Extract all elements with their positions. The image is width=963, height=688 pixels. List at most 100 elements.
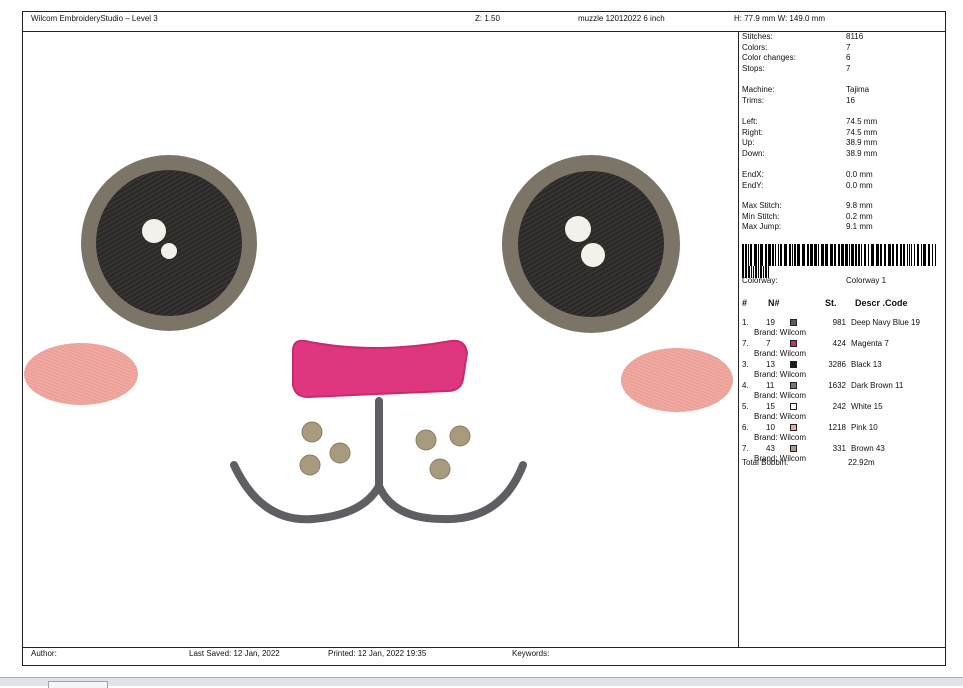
color-row-description: White 15 (851, 402, 883, 411)
col-header-index: # (742, 298, 748, 308)
zoom-level: Z: 1.50 (475, 14, 500, 23)
footer-divider (22, 647, 946, 648)
color-swatch (790, 424, 797, 431)
color-row-number: 19 (766, 318, 775, 327)
design-name: muzzle 12012022 6 inch (578, 14, 665, 23)
right-eye (502, 155, 680, 333)
design-size: H: 77.9 mm W: 149.0 mm (734, 14, 825, 23)
total-bobbin-value: 22.92m (848, 458, 875, 467)
stat-value: 7 (846, 63, 851, 73)
color-row-description: Black 13 (851, 360, 882, 369)
stat-value: 7 (846, 42, 851, 52)
color-row-brand: Brand: Wilcom (754, 412, 807, 421)
col-header-number: N# (768, 298, 780, 308)
stat-value: 8116 (846, 32, 864, 41)
freckle (301, 421, 323, 443)
color-row-number: 10 (766, 423, 775, 432)
stat-label: Left: (742, 117, 758, 126)
right-eye-highlight-large (565, 216, 591, 242)
color-row-brand: Brand: Wilcom (754, 370, 807, 379)
color-row-number: 11 (766, 381, 775, 390)
stat-value: 38.9 mm (846, 138, 878, 147)
freckle (299, 454, 321, 476)
freckles (299, 421, 471, 480)
color-row-stitches: 331 (832, 444, 846, 453)
stat-value: 38.9 mm (846, 148, 878, 158)
color-row-stitches: 981 (832, 318, 846, 327)
stat-value: 0.0 mm (846, 170, 873, 179)
stat-value: Tajima (846, 85, 870, 94)
stat-value: 9.1 mm (846, 222, 873, 231)
color-row-index: 7. (742, 339, 749, 348)
color-row-index: 5. (742, 402, 749, 411)
stat-label: Colors: (742, 42, 768, 52)
freckle (329, 442, 351, 464)
embroidery-design-canvas (24, 155, 733, 524)
color-row-description: Magenta 7 (851, 339, 889, 348)
stat-label: Max Jump: (742, 222, 782, 231)
left-eye-highlight-small (161, 243, 177, 259)
total-bobbin-label: Total Bobbin: (742, 458, 789, 467)
color-row-brand: Brand: Wilcom (754, 391, 807, 400)
stat-label: Color changes: (742, 53, 796, 62)
stat-label: EndY: (742, 180, 764, 190)
color-row-stitches: 242 (832, 402, 846, 411)
stat-label: Down: (742, 148, 765, 158)
color-swatch (790, 445, 797, 452)
app-title: Wilcom EmbroideryStudio – Level 3 (31, 14, 158, 23)
right-eye-highlight-small (581, 243, 605, 267)
color-row-brand: Brand: Wilcom (754, 349, 807, 358)
stat-value: 74.5 mm (846, 127, 878, 137)
color-row-index: 3. (742, 360, 749, 369)
stat-label: Machine: (742, 85, 775, 94)
left-cheek (24, 343, 138, 405)
stat-label: Stops: (742, 63, 765, 73)
color-row-stitches: 1218 (828, 423, 846, 432)
color-swatch (790, 340, 797, 347)
nose (292, 339, 469, 399)
stat-label: Up: (742, 138, 755, 147)
stat-label: Trims: (742, 95, 764, 105)
freckle (449, 425, 471, 447)
color-row-index: 4. (742, 381, 749, 390)
color-row-description: Dark Brown 11 (851, 381, 904, 390)
color-row-stitches: 424 (832, 339, 846, 348)
color-row-number: 43 (766, 444, 775, 453)
stat-label: Max Stitch: (742, 201, 782, 210)
color-row-brand: Brand: Wilcom (754, 433, 807, 442)
color-swatch (790, 361, 797, 368)
freckle (415, 429, 437, 451)
color-row-number: 13 (766, 360, 775, 369)
stat-value: 16 (846, 95, 855, 105)
color-row-description: Pink 10 (851, 423, 878, 432)
stat-value: 0.0 mm (846, 180, 873, 190)
color-row-brand: Brand: Wilcom (754, 328, 807, 337)
footer-printed: Printed: 12 Jan, 2022 19:35 (328, 649, 427, 658)
color-row-stitches: 3286 (828, 360, 846, 369)
right-cheek (621, 348, 733, 412)
color-row-index: 6. (742, 423, 749, 432)
left-eye (81, 155, 257, 331)
col-header-description: Descr .Code (855, 298, 908, 308)
color-swatch (790, 319, 797, 326)
mouth-right-curve (375, 461, 527, 524)
left-eye-highlight-large (142, 219, 166, 243)
color-row-index: 7. (742, 444, 749, 453)
stat-value: 74.5 mm (846, 117, 878, 126)
color-row-number: 7 (766, 339, 771, 348)
color-swatch (790, 403, 797, 410)
info-panel-divider (738, 31, 739, 647)
color-row-description: Deep Navy Blue 19 (851, 318, 920, 327)
mouth (230, 397, 527, 524)
barcode (742, 244, 936, 278)
stat-label: Stitches: (742, 32, 773, 41)
color-row-description: Brown 43 (851, 444, 885, 453)
freckle (429, 458, 451, 480)
stat-label: EndX: (742, 170, 764, 179)
footer-keywords: Keywords: (512, 649, 550, 658)
color-row-index: 1. (742, 318, 749, 327)
colorway-label: Colorway: (742, 276, 778, 285)
stat-label: Right: (742, 127, 763, 137)
color-row-stitches: 1632 (828, 381, 846, 390)
stat-value: 6 (846, 53, 851, 62)
